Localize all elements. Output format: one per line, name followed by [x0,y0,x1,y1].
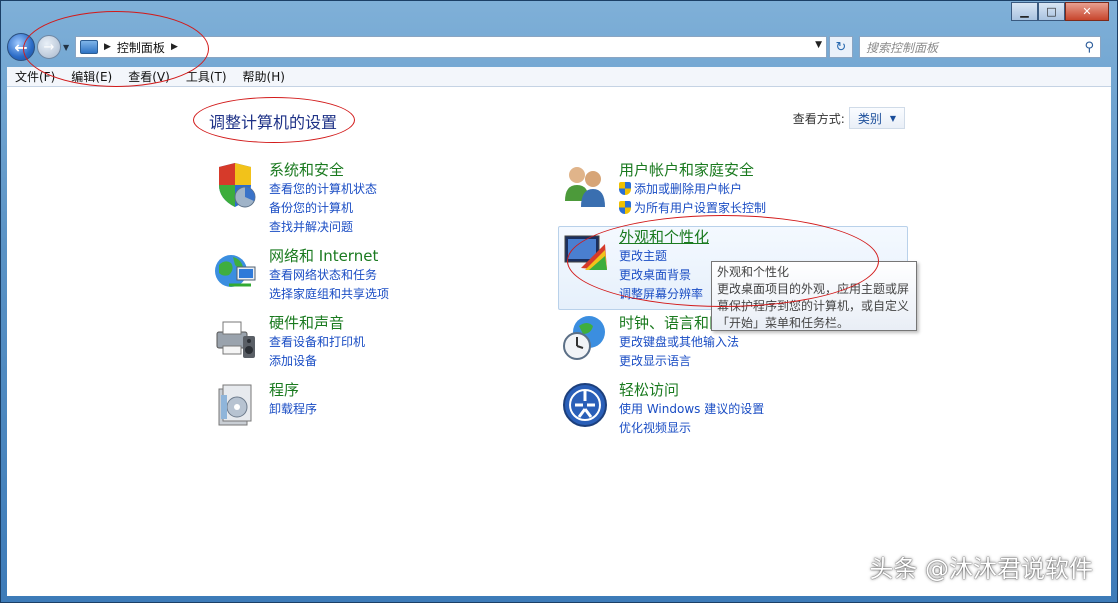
link-label: 添加或删除用户帐户 [634,182,743,196]
category-title[interactable]: 轻松访问 [619,381,764,400]
link[interactable]: 更改显示语言 [619,352,739,371]
search-input[interactable]: 搜索控制面板 ⚲ [859,36,1101,58]
category-title[interactable]: 用户帐户和家庭安全 [619,161,766,180]
window-frame: ▁ □ ✕ ← → ▼ ▶ 控制面板 ▶ ▼ ↻ 搜索控制面板 ⚲ 文件(F) … [0,0,1118,603]
category-title[interactable]: 网络和 Internet [269,247,389,266]
security-shield-icon [219,163,256,208]
annotation-ellipse [193,97,355,143]
uac-shield-icon [619,201,631,214]
link[interactable]: 添加或删除用户帐户 [619,180,766,199]
search-icon[interactable]: ⚲ [1084,40,1094,55]
programs-box-icon [218,384,252,426]
category-title[interactable]: 程序 [269,381,317,400]
maximize-button[interactable]: □ [1038,2,1065,21]
watermark: 头条 @沐沐君说软件 [869,555,1093,583]
link[interactable]: 添加设备 [269,352,365,371]
link[interactable]: 卸载程序 [269,400,317,419]
category-title[interactable]: 系统和安全 [269,161,377,180]
dropdown-arrow-icon: ▼ [889,113,896,123]
annotation-ellipse [567,215,879,307]
annotation-ellipse [23,11,209,87]
link[interactable]: 查看设备和打印机 [269,333,365,352]
address-dropdown-icon[interactable]: ▼ [815,40,822,50]
search-placeholder: 搜索控制面板 [866,40,939,55]
uac-shield-icon [619,182,631,195]
printer-icon [216,321,255,358]
view-by-value: 类别 [857,111,882,126]
link[interactable]: 查看您的计算机状态 [269,180,377,199]
menu-help[interactable]: 帮助(H) [243,68,285,85]
content-area: 调整计算机的设置 查看方式: 类别 ▼ 系统和安全 查看您的计算机状态 备份您的… [7,87,1111,596]
close-button[interactable]: ✕ [1065,2,1109,21]
view-by-label: 查看方式: [792,111,845,126]
caption-buttons: ▁ □ ✕ [1011,2,1109,21]
link[interactable]: 更改键盘或其他输入法 [619,333,739,352]
view-by-dropdown[interactable]: 类别 ▼ [848,107,905,129]
link[interactable]: 查找并解决问题 [269,218,377,237]
view-by: 查看方式: 类别 ▼ [793,107,905,129]
users-icon [565,167,605,207]
category-title[interactable]: 硬件和声音 [269,314,365,333]
link[interactable]: 查看网络状态和任务 [269,266,389,285]
minimize-button[interactable]: ▁ [1011,2,1038,21]
link[interactable]: 选择家庭组和共享选项 [269,285,389,304]
link[interactable]: 优化视频显示 [619,419,764,438]
network-globe-icon [215,255,256,287]
ease-of-access-icon [563,383,607,427]
refresh-button[interactable]: ↻ [829,36,853,58]
link[interactable]: 备份您的计算机 [269,199,377,218]
link[interactable]: 使用 Windows 建议的设置 [619,400,764,419]
refresh-icon: ↻ [835,39,847,55]
clock-globe-icon [563,316,605,360]
link-label: 为所有用户设置家长控制 [634,201,767,215]
